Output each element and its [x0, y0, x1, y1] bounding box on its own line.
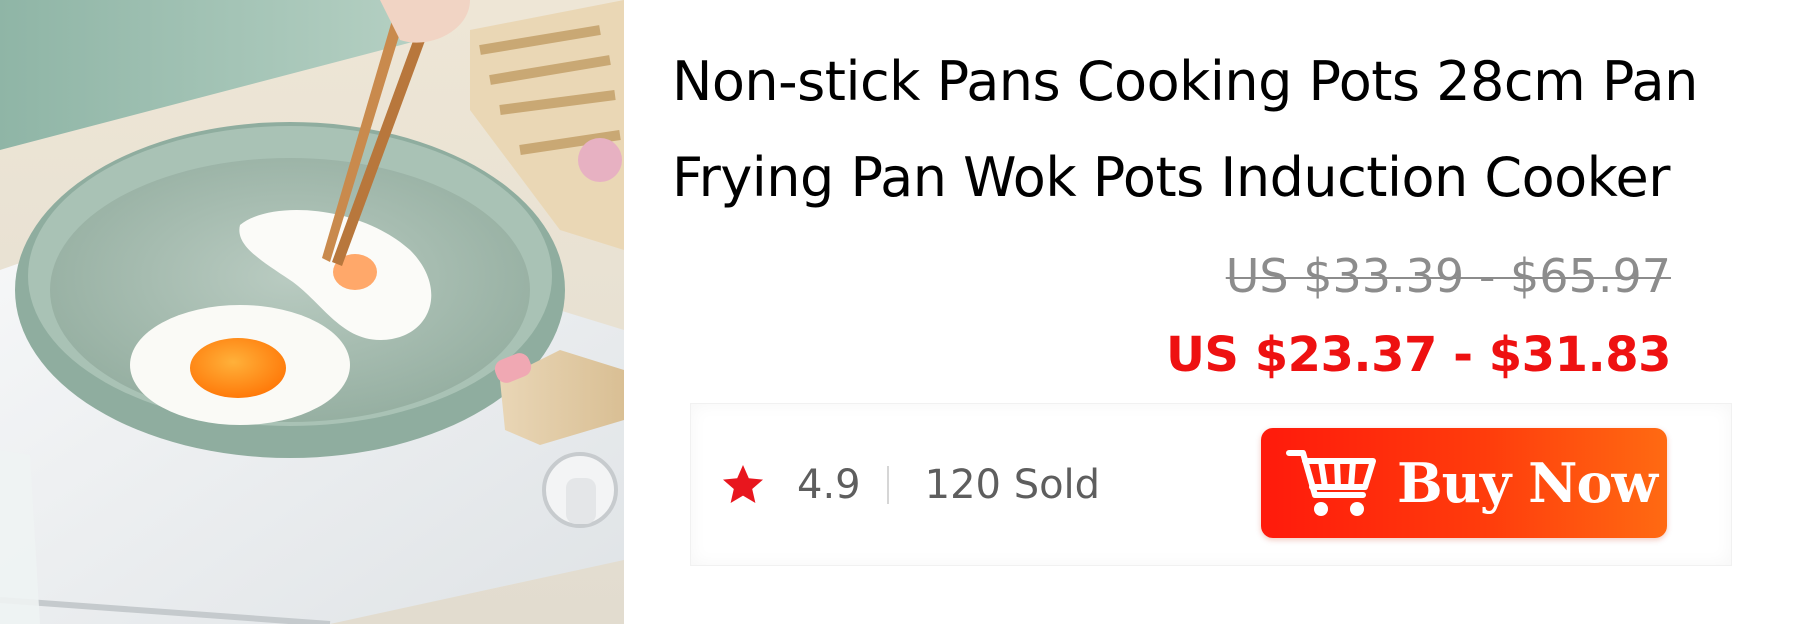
product-title: Non-stick Pans Cooking Pots 28cm Pan Fry… — [672, 34, 1782, 226]
original-price: US $33.39 - $65.97 — [1225, 249, 1671, 303]
rating-value: 4.9 — [797, 462, 861, 508]
buy-now-button[interactable]: Buy Now — [1261, 428, 1667, 538]
shopping-cart-icon — [1286, 450, 1376, 516]
rating-sold-summary: 4.9 120 Sold — [719, 460, 1100, 510]
product-title-line-2: Frying Pan Wok Pots Induction Cooker — [672, 146, 1670, 209]
product-image[interactable] — [0, 0, 624, 624]
divider — [886, 466, 889, 504]
frying-pan-photo — [0, 0, 624, 624]
action-bar: 4.9 120 Sold Buy Now — [690, 403, 1732, 566]
star-icon — [723, 465, 763, 503]
sold-count: 120 Sold — [924, 462, 1101, 508]
sale-price: US $23.37 - $31.83 — [1165, 327, 1672, 383]
product-title-line-1: Non-stick Pans Cooking Pots 28cm Pan — [672, 50, 1698, 113]
buy-now-label: Buy Now — [1397, 451, 1658, 515]
